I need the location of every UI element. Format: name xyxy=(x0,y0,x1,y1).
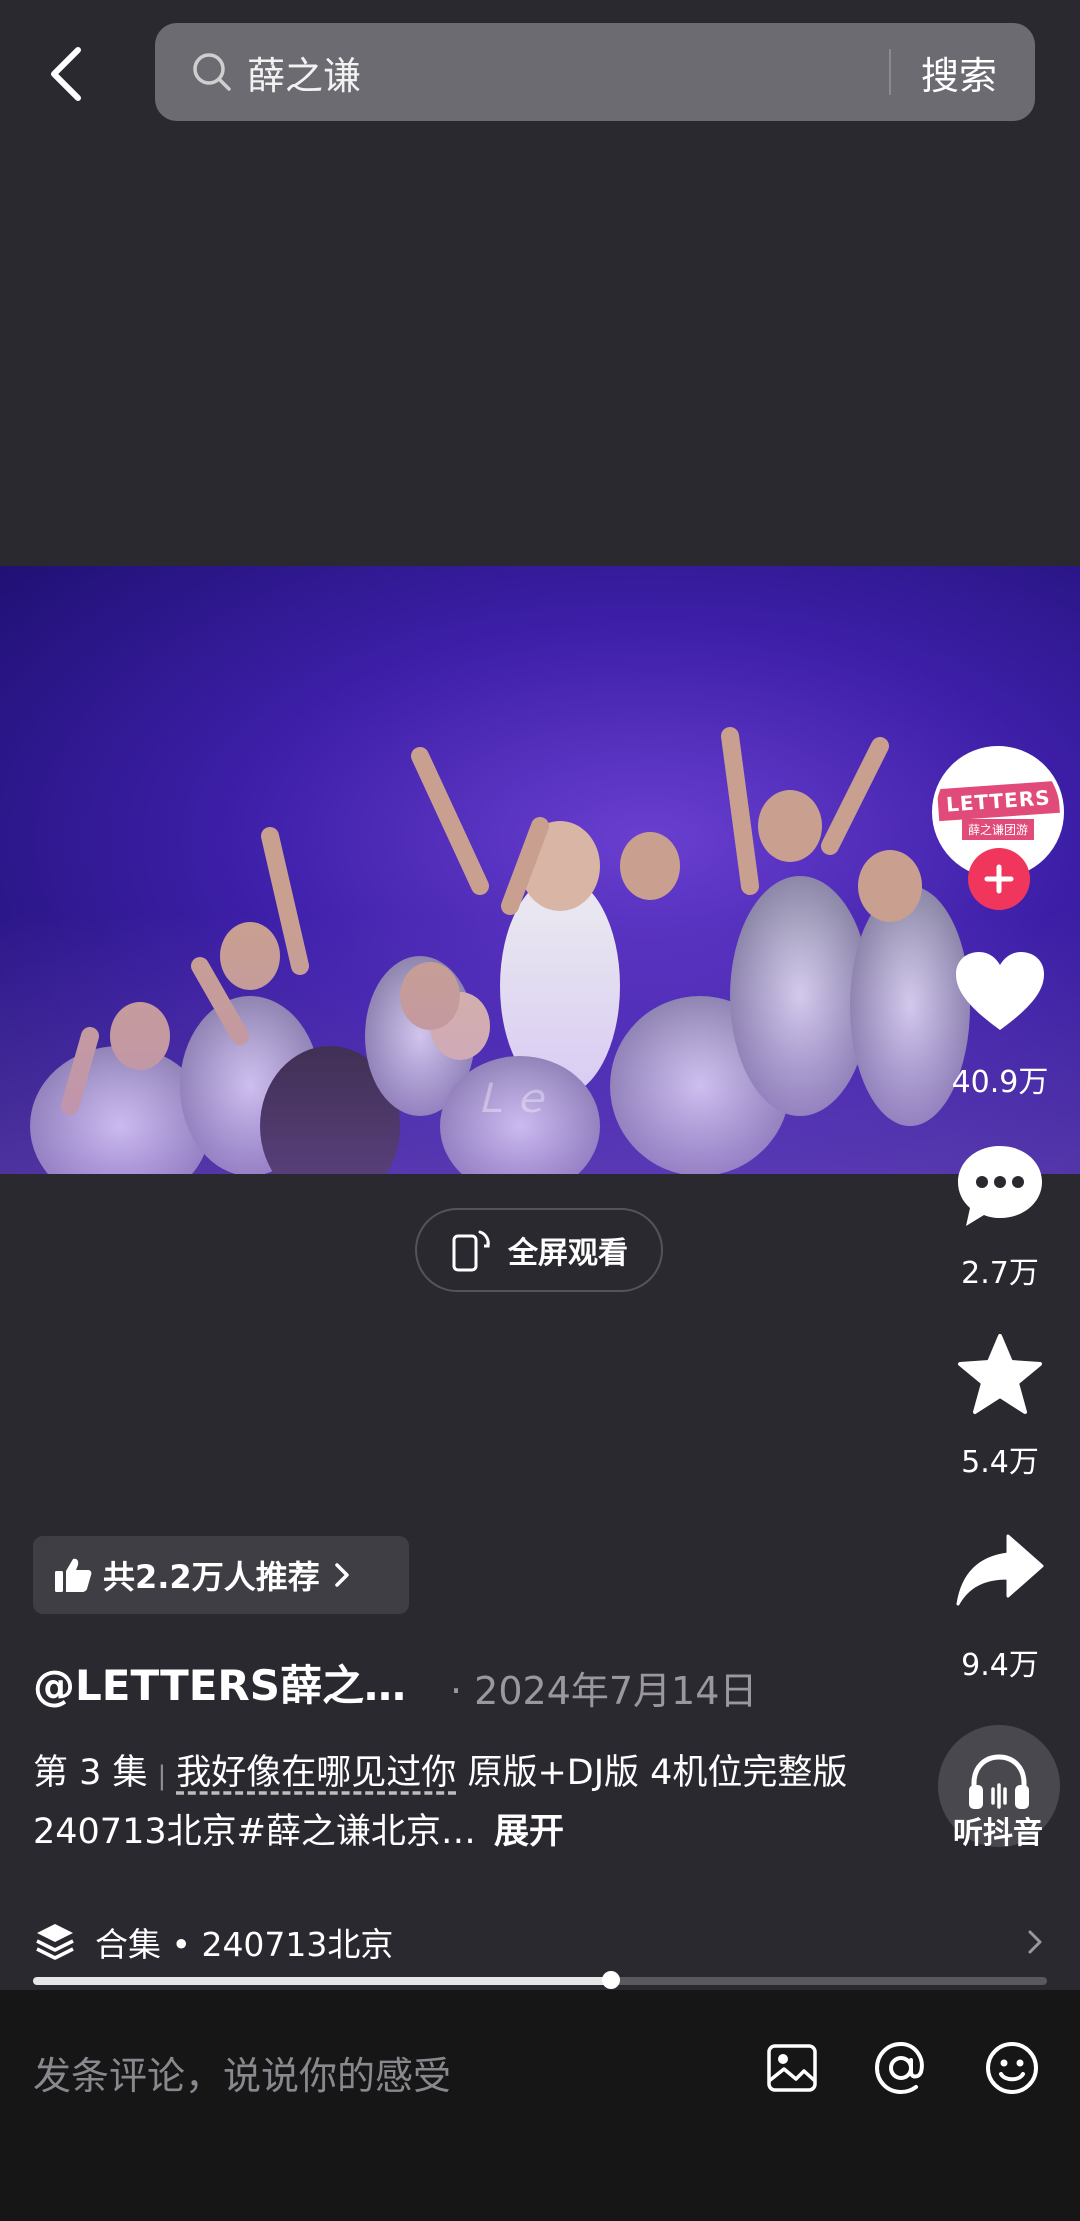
image-icon xyxy=(767,2044,817,2092)
post-description[interactable]: 第 3 集 | 我好像在哪见过你 原版+DJ版 4机位完整版 240713北京#薛之… xyxy=(33,1745,863,1860)
layers-icon xyxy=(36,1924,74,1960)
search-bar[interactable]: 薛之谦 搜索 xyxy=(155,23,1035,121)
episode-label: 第 3 集 xyxy=(33,1753,148,1793)
favorite-button[interactable] xyxy=(932,1332,1068,1418)
chevron-right-icon xyxy=(1028,1930,1042,1954)
post-date: · 2024年7月14日 xyxy=(450,1669,758,1713)
thumbs-up-icon xyxy=(55,1558,92,1592)
star-icon xyxy=(958,1334,1042,1414)
plus-icon xyxy=(984,864,1014,894)
avatar-logo-sub: 薛之谦团游 xyxy=(961,818,1034,840)
back-button[interactable] xyxy=(40,42,90,106)
search-input[interactable]: 薛之谦 xyxy=(247,45,889,100)
comment-input[interactable]: 发条评论，说说你的感受 xyxy=(33,2045,451,2100)
search-button[interactable]: 搜索 xyxy=(921,45,997,100)
comment-bubble-icon xyxy=(958,1146,1042,1226)
share-count: 9.4万 xyxy=(961,1648,1039,1683)
image-button[interactable] xyxy=(760,2036,824,2100)
share-arrow-icon xyxy=(956,1534,1044,1606)
fullscreen-label: 全屏观看 xyxy=(508,1236,628,1271)
progress-fill xyxy=(33,1977,611,1985)
comment-count: 2.7万 xyxy=(961,1256,1039,1291)
recommend-pill[interactable]: 共2.2万人推荐 xyxy=(33,1536,409,1614)
rotate-screen-icon xyxy=(452,1230,490,1272)
like-button[interactable] xyxy=(932,950,1068,1034)
favorite-count: 5.4万 xyxy=(961,1445,1039,1480)
chevron-left-icon xyxy=(51,47,81,101)
recommend-label: 共2.2万人推荐 xyxy=(103,1558,320,1596)
search-icon xyxy=(193,53,231,91)
mention-button[interactable] xyxy=(869,2036,933,2100)
author-name[interactable]: @LETTERS薛之… xyxy=(33,1652,406,1713)
collection-row[interactable]: 合集 • 240713北京 xyxy=(33,1912,1043,1972)
video-player[interactable]: Ｌｅ xyxy=(0,566,1080,1174)
song-link[interactable]: 我好像在哪见过你 xyxy=(176,1753,456,1793)
fullscreen-button[interactable]: 全屏观看 xyxy=(415,1208,663,1292)
progress-handle[interactable] xyxy=(602,1971,620,1989)
expand-button[interactable]: 展开 xyxy=(494,1812,564,1852)
collection-label: 合集 • 240713北京 xyxy=(95,1925,394,1964)
episode-separator: | xyxy=(157,1761,167,1791)
comment-button[interactable] xyxy=(932,1142,1068,1230)
video-watermark: Ｌｅ xyxy=(470,1076,550,1122)
comment-bar xyxy=(0,1990,1080,2221)
follow-button[interactable] xyxy=(968,848,1030,910)
at-sign-icon xyxy=(874,2041,924,2095)
smiley-icon xyxy=(986,2042,1038,2094)
stage-glow xyxy=(0,914,1080,1174)
avatar-logo-text: LETTERS xyxy=(936,780,1060,821)
search-divider xyxy=(888,49,891,95)
listen-label: 听抖音 xyxy=(953,1816,1043,1851)
like-count: 40.9万 xyxy=(951,1065,1049,1100)
share-button[interactable] xyxy=(932,1532,1068,1608)
chevron-right-icon xyxy=(334,1563,349,1587)
heart-icon xyxy=(956,952,1044,1030)
emoji-button[interactable] xyxy=(980,2036,1044,2100)
